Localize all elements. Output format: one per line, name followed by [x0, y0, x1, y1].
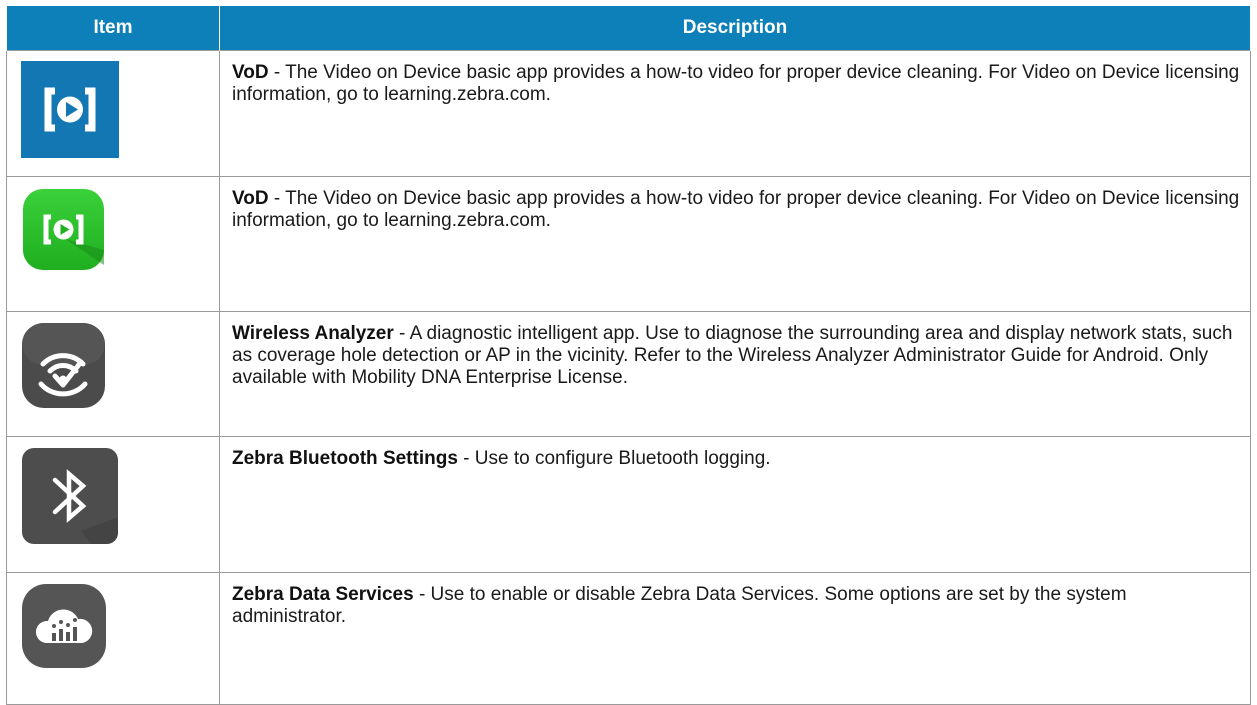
table-row: Zebra Bluetooth Settings - Use to config…: [6, 436, 1251, 573]
item-cell: [6, 176, 220, 312]
app-description: - The Video on Device basic app provides…: [232, 188, 1240, 231]
app-description: - Use to configure Bluetooth logging.: [457, 448, 771, 469]
description-cell: Wireless Analyzer - A diagnostic intelli…: [219, 311, 1251, 437]
description-cell: Zebra Data Services - Use to enable or d…: [219, 572, 1251, 705]
item-cell: [6, 436, 220, 573]
apps-table: Item Description VoD - The Video on Devi…: [6, 6, 1251, 705]
app-description: - The Video on Device basic app provides…: [232, 62, 1240, 105]
description-cell: VoD - The Video on Device basic app prov…: [219, 176, 1251, 312]
table-row: Wireless Analyzer - A diagnostic intelli…: [6, 311, 1251, 437]
vod-green-rounded-icon: [23, 189, 104, 270]
cloud-data-icon: [22, 584, 106, 668]
table-row: Zebra Data Services - Use to enable or d…: [6, 572, 1251, 705]
app-name: Zebra Bluetooth Settings: [232, 448, 458, 469]
item-cell: [6, 572, 220, 705]
table-row: VoD - The Video on Device basic app prov…: [6, 50, 1251, 177]
table-row: VoD - The Video on Device basic app prov…: [6, 176, 1251, 312]
bluetooth-icon: [22, 448, 118, 544]
description-cell: VoD - The Video on Device basic app prov…: [219, 50, 1251, 177]
wireless-analyzer-icon: [22, 323, 105, 408]
vod-blue-square-icon: [21, 61, 119, 158]
header-item: Item: [6, 6, 220, 51]
header-description: Description: [219, 6, 1251, 51]
app-name: VoD: [232, 62, 269, 83]
table-header-row: Item Description: [6, 6, 1251, 51]
item-cell: [6, 311, 220, 437]
app-name: Wireless Analyzer: [232, 323, 394, 344]
app-name: VoD: [232, 188, 269, 209]
description-cell: Zebra Bluetooth Settings - Use to config…: [219, 436, 1251, 573]
app-name: Zebra Data Services: [232, 584, 414, 605]
item-cell: [6, 50, 220, 177]
